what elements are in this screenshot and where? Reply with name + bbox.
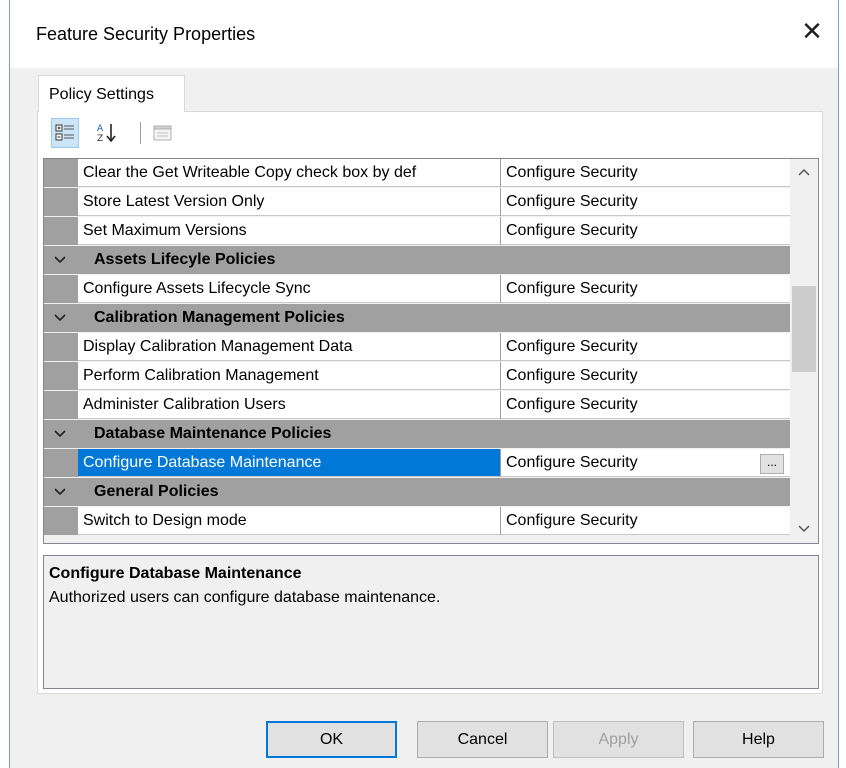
apply-button[interactable]: Apply: [553, 721, 684, 758]
property-value[interactable]: Configure Security: [501, 507, 790, 535]
feature-security-properties-dialog: Feature Security Properties ✕ Policy Set…: [9, 0, 839, 768]
property-name[interactable]: Clear the Get Writeable Copy check box b…: [78, 159, 500, 187]
help-button[interactable]: Help: [693, 721, 824, 758]
chevron-down-icon[interactable]: [54, 254, 66, 266]
category-row-calibration-management[interactable]: Calibration Management Policies: [44, 304, 790, 332]
title-bar[interactable]: Feature Security Properties ✕: [10, 0, 838, 68]
category-label: Assets Lifecyle Policies: [94, 251, 276, 268]
property-name[interactable]: Set Maximum Versions: [78, 217, 500, 245]
policy-settings-page: A Z Clear the Get Writeable Copy check b…: [37, 111, 823, 694]
property-value[interactable]: Configure Security: [501, 188, 790, 216]
category-row-general[interactable]: General Policies: [44, 478, 790, 506]
ok-button[interactable]: OK: [266, 721, 397, 758]
row-gutter: [44, 333, 78, 361]
scrollbar-thumb[interactable]: [792, 286, 816, 372]
dialog-client-area: Policy Settings A Z Clear the Get Writea…: [10, 68, 838, 768]
property-value[interactable]: Configure Security: [501, 217, 790, 245]
property-name[interactable]: Configure Database Maintenance: [78, 449, 500, 477]
row-gutter: [44, 217, 78, 245]
chevron-down-icon[interactable]: [54, 312, 66, 324]
category-label: Database Maintenance Policies: [94, 425, 332, 442]
svg-text:A: A: [97, 124, 104, 134]
chevron-down-icon[interactable]: [798, 523, 810, 535]
vertical-scrollbar[interactable]: [790, 159, 818, 543]
row-gutter: [44, 449, 78, 477]
property-pages-icon: [153, 125, 172, 141]
property-name[interactable]: Display Calibration Management Data: [78, 333, 500, 361]
row-gutter: [44, 188, 78, 216]
property-row[interactable]: Set Maximum Versions Configure Security: [44, 217, 790, 245]
property-value[interactable]: Configure Security: [501, 449, 790, 477]
property-value[interactable]: Configure Security: [501, 159, 790, 187]
sort-alphabetical-icon: A Z: [97, 124, 116, 144]
row-gutter: [44, 362, 78, 390]
categorized-icon: [55, 124, 74, 141]
description-title: Configure Database Maintenance: [49, 565, 302, 582]
property-value[interactable]: Configure Security: [501, 391, 790, 419]
chevron-down-icon[interactable]: [54, 428, 66, 440]
property-name[interactable]: Perform Calibration Management: [78, 362, 500, 390]
close-icon[interactable]: ✕: [798, 16, 826, 48]
chevron-down-icon[interactable]: [54, 486, 66, 498]
property-name[interactable]: Switch to Design mode: [78, 507, 500, 535]
category-row-database-maintenance[interactable]: Database Maintenance Policies: [44, 420, 790, 448]
sort-alphabetical-button[interactable]: A Z: [93, 118, 121, 148]
property-row[interactable]: Display Calibration Management Data Conf…: [44, 333, 790, 361]
property-value[interactable]: Configure Security: [501, 333, 790, 361]
category-label: General Policies: [94, 483, 219, 500]
property-row[interactable]: Perform Calibration Management Configure…: [44, 362, 790, 390]
property-value[interactable]: Configure Security: [501, 362, 790, 390]
row-gutter: [44, 275, 78, 303]
property-row[interactable]: Clear the Get Writeable Copy check box b…: [44, 159, 790, 187]
svg-text:Z: Z: [97, 134, 103, 144]
property-pages-button[interactable]: [149, 118, 177, 148]
property-row-selected[interactable]: Configure Database Maintenance Configure…: [44, 449, 790, 477]
category-row-assets-lifecyle[interactable]: Assets Lifecyle Policies: [44, 246, 790, 274]
property-row[interactable]: Administer Calibration Users Configure S…: [44, 391, 790, 419]
property-row[interactable]: Switch to Design mode Configure Security: [44, 507, 790, 535]
property-grid: Clear the Get Writeable Copy check box b…: [43, 158, 819, 544]
property-row[interactable]: Configure Assets Lifecycle Sync Configur…: [44, 275, 790, 303]
property-value[interactable]: Configure Security: [501, 275, 790, 303]
window-title: Feature Security Properties: [36, 24, 256, 44]
property-name[interactable]: Administer Calibration Users: [78, 391, 500, 419]
categorized-view-button[interactable]: [51, 118, 79, 148]
row-gutter: [44, 159, 78, 187]
toolbar-separator: [140, 122, 141, 144]
tab-policy-settings[interactable]: Policy Settings: [38, 75, 185, 112]
description-pane: Configure Database Maintenance Authorize…: [43, 555, 819, 689]
row-gutter: [44, 507, 78, 535]
row-gutter: [44, 391, 78, 419]
property-name[interactable]: Store Latest Version Only: [78, 188, 500, 216]
ellipsis-button[interactable]: ...: [760, 454, 784, 474]
category-label: Calibration Management Policies: [94, 309, 345, 326]
chevron-up-icon[interactable]: [798, 167, 810, 179]
property-row[interactable]: Store Latest Version Only Configure Secu…: [44, 188, 790, 216]
description-text: Authorized users can configure database …: [49, 589, 441, 606]
property-name[interactable]: Configure Assets Lifecycle Sync: [78, 275, 500, 303]
cancel-button[interactable]: Cancel: [417, 721, 548, 758]
